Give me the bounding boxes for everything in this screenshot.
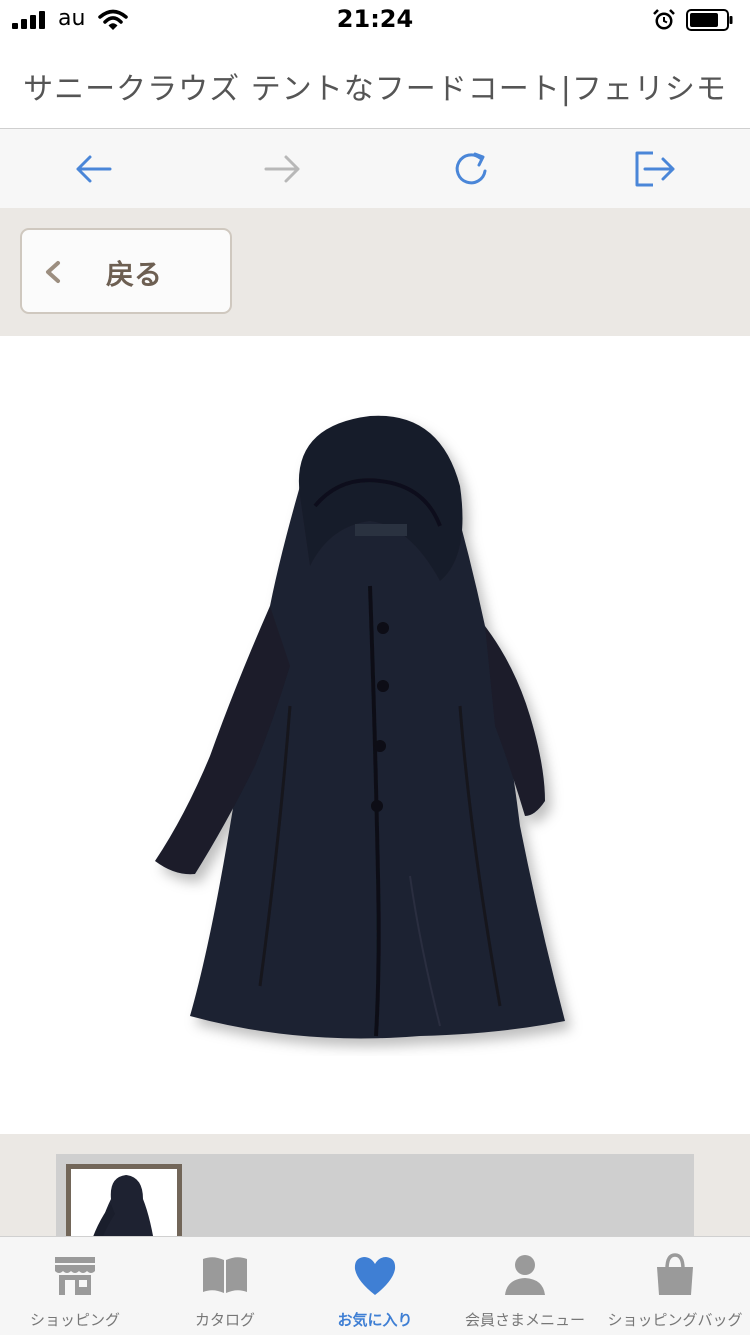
back-arrow-icon[interactable] (72, 147, 116, 191)
back-button-label: 戻る (106, 258, 163, 291)
tab-label: ショッピングバッグ (607, 1311, 743, 1329)
tab-catalog[interactable]: カタログ (150, 1237, 300, 1335)
catalog-book-icon (203, 1257, 247, 1293)
product-image-area (0, 336, 750, 1134)
tab-label: ショッピング (29, 1311, 120, 1329)
status-bar: au 21:24 (0, 0, 750, 40)
thumbnail-strip (56, 1154, 694, 1254)
page-title: サニークラウズ テントなフードコート|フェリシモ (23, 72, 727, 107)
forward-arrow-icon[interactable] (260, 147, 304, 191)
shop-icon (55, 1257, 95, 1295)
clock-time: 21:24 (336, 5, 414, 33)
chevron-left-icon (46, 261, 60, 283)
alarm-clock-icon (653, 9, 675, 30)
heart-icon (354, 1257, 396, 1295)
share-exit-icon[interactable] (633, 147, 677, 191)
member-person-icon (505, 1255, 545, 1295)
back-bar: 戻る (0, 208, 750, 336)
title-bar: サニークラウズ テントなフードコート|フェリシモ (0, 40, 750, 129)
shopping-bag-icon (657, 1253, 693, 1295)
hooded-coat-photo[interactable] (140, 406, 590, 1056)
tab-label: 会員さまメニュー (464, 1311, 585, 1329)
thumbnail-area (0, 1134, 750, 1254)
battery-icon (686, 9, 733, 31)
tab-label: お気に入り (337, 1311, 413, 1329)
tab-shopping-bag[interactable]: ショッピングバッグ (600, 1237, 750, 1335)
tab-bar: ショッピング カタログ お気に入り 会員さまメニュー ショッピングバッグ (0, 1236, 750, 1335)
tab-member-menu[interactable]: 会員さまメニュー (450, 1237, 600, 1335)
tab-favorites[interactable]: お気に入り (300, 1237, 450, 1335)
back-button[interactable]: 戻る (20, 228, 232, 314)
tab-shopping[interactable]: ショッピング (0, 1237, 150, 1335)
tab-label: カタログ (194, 1311, 255, 1329)
reload-icon[interactable] (450, 147, 494, 191)
browser-toolbar (0, 129, 750, 208)
